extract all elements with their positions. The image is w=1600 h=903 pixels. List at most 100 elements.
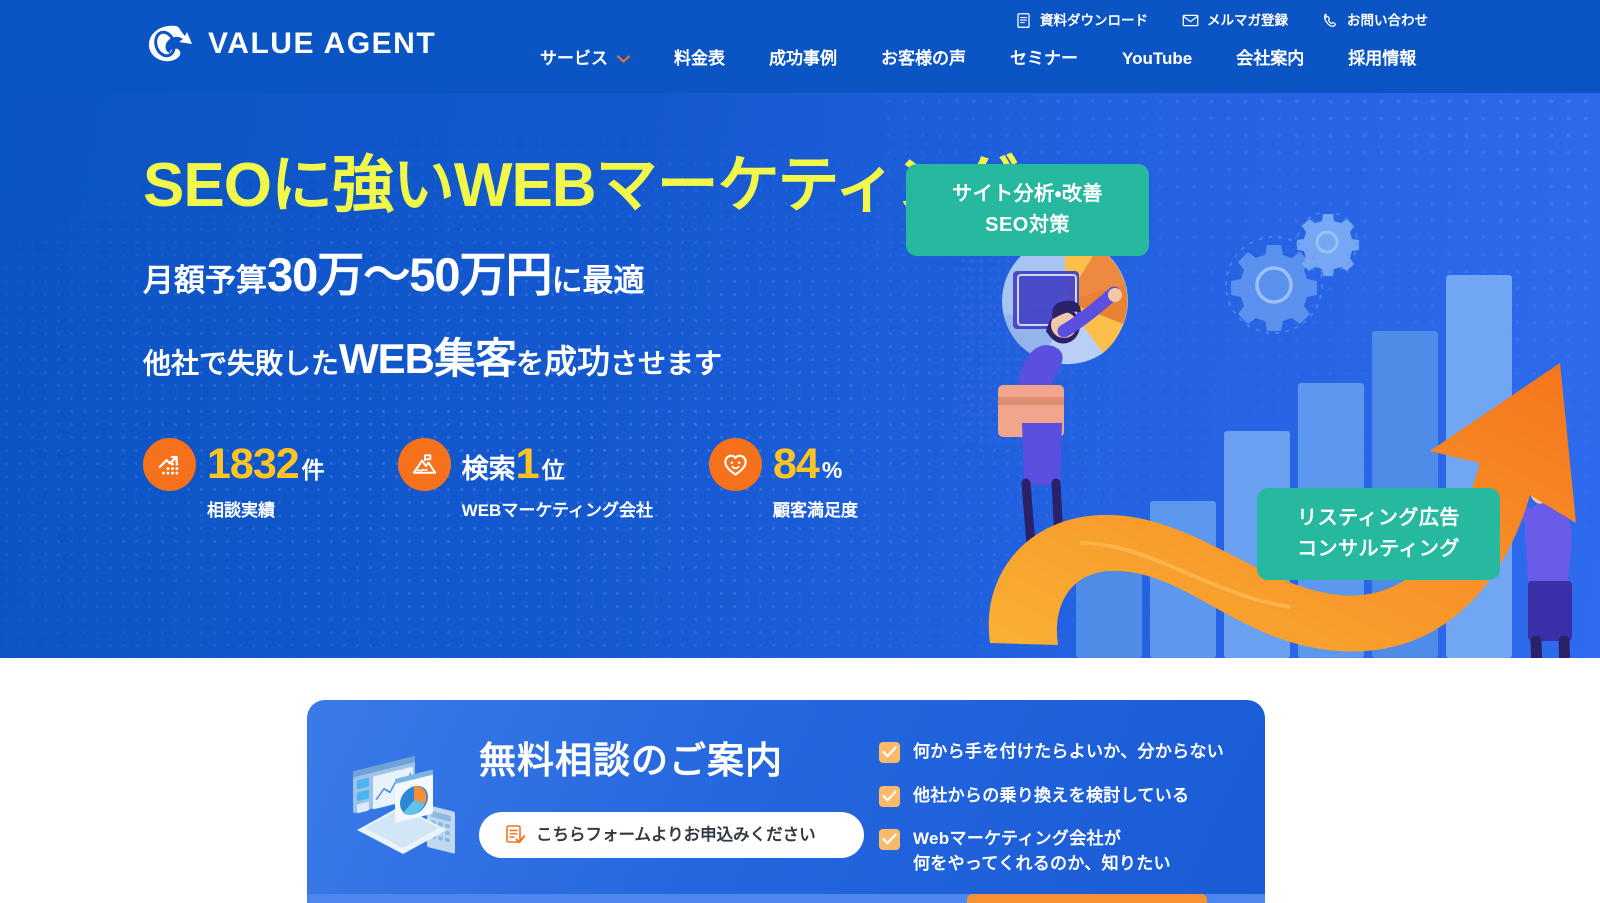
checklist-item-text-line1: Webマーケティング会社が — [913, 829, 1122, 849]
mountain-flag-icon — [412, 454, 436, 474]
utility-nav: 資料ダウンロード メルマガ登録 お問い合わせ — [1015, 12, 1428, 29]
smiling-heart-icon — [724, 454, 747, 476]
checkmark-icon — [882, 790, 897, 801]
stat-consultations: 1832 件 相談実績 — [143, 438, 325, 519]
nav-item-recruit[interactable]: 採用情報 — [1326, 50, 1438, 67]
stat-search-rank: 検索 1 位 WEBマーケティング会社 — [397, 438, 653, 520]
nav-item-label: お客様の声 — [881, 49, 966, 68]
nav-item-company[interactable]: 会社案内 — [1214, 50, 1326, 67]
utility-nav-item-newsletter[interactable]: メルマガ登録 — [1182, 12, 1288, 29]
utility-nav-item-download[interactable]: 資料ダウンロード — [1015, 12, 1148, 29]
service-badge-line2: コンサルティング — [1297, 538, 1460, 560]
hero-headline: SEOに強いWEBマーケティング — [143, 151, 1019, 220]
hero-subline-2-part3: を — [516, 348, 545, 379]
stat-unit: 位 — [541, 457, 565, 483]
checklist-item-text-line2: 何をやってくれるのか、知りたい — [913, 853, 1171, 873]
service-badge-seo[interactable]: サイト分析・改善 SEO対策 — [906, 164, 1149, 256]
document-download-icon — [1017, 13, 1030, 28]
checkbox-checked[interactable] — [879, 829, 900, 851]
nav-item-label: サービス — [540, 49, 608, 68]
stat-icon-badge — [397, 438, 451, 491]
stat-label: WEBマーケティング会社 — [461, 501, 653, 520]
stat-top-row: 検索 1 位 — [397, 438, 653, 491]
stat-unit: 件 — [301, 457, 325, 483]
service-badge-line1: サイト分析・改善 — [952, 183, 1103, 205]
phone-icon — [1323, 13, 1336, 28]
stat-value: 84 — [772, 440, 820, 488]
nav-item-case-studies[interactable]: 成功事例 — [747, 50, 859, 67]
hero-subline-1-part3: に最適 — [551, 263, 645, 298]
chevron-down-icon — [617, 55, 630, 62]
service-badge-line1: リスティング広告 — [1297, 507, 1460, 529]
site-header: VALUE AGENT 資料ダウンロード メルマガ登録 お問い合わせ サービス … — [0, 0, 1600, 93]
stat-value-group: 84 % — [773, 443, 842, 486]
form-checklist-icon — [506, 825, 526, 844]
consultation-form-cta[interactable]: こちらフォームよりお申込みください — [479, 812, 864, 858]
consultation-form-cta-label: こちらフォームよりお申込みください — [536, 825, 816, 844]
growth-chart-arrow-people-illustration — [960, 213, 1576, 658]
hero-subline-1-part1: 月額予算 — [143, 263, 267, 298]
stat-value-group: 検索 1 位 — [462, 443, 565, 486]
checklist-item: 何から手を付けたらよいか、分からない — [879, 740, 1224, 765]
service-badge-listing-ads[interactable]: リスティング広告 コンサルティング — [1257, 488, 1500, 580]
checklist-item-text: 他社からの乗り換えを検討している — [913, 785, 1190, 805]
stat-unit: % — [821, 457, 843, 483]
stat-icon-badge — [143, 438, 196, 491]
checkbox-checked[interactable] — [879, 785, 900, 807]
nav-item-label: セミナー — [1010, 49, 1078, 68]
stat-value-group: 1832 件 — [207, 443, 325, 486]
checklist-item-text: 何から手を付けたらよいか、分からない — [913, 742, 1225, 761]
site-logo[interactable]: VALUE AGENT — [146, 22, 436, 66]
nav-item-testimonials[interactable]: お客様の声 — [859, 50, 988, 67]
hero-illustration — [960, 213, 1600, 658]
hero-subline-2-part2: WEB集客 — [339, 335, 517, 382]
landing-page: VALUE AGENT 資料ダウンロード メルマガ登録 お問い合わせ サービス … — [0, 0, 1600, 903]
utility-nav-item-contact[interactable]: お問い合わせ — [1322, 12, 1428, 29]
checklist-item-text-group: Webマーケティング会社が 何をやってくれるのか、知りたい — [913, 827, 1171, 876]
nav-item-label: 会社案内 — [1236, 49, 1305, 68]
hero-subline-1: 月額予算 30万〜50万円 に最適 — [143, 251, 645, 298]
hero-subline-2-part1: 他社で失敗した — [143, 348, 340, 379]
checklist-item: 他社からの乗り換えを検討している — [879, 784, 1224, 809]
stat-value: 1832 — [207, 440, 300, 488]
stat-value: 1 — [515, 440, 540, 488]
consultation-cta-button[interactable] — [967, 894, 1207, 903]
nav-item-label: 採用情報 — [1348, 49, 1417, 68]
nav-item-label: 成功事例 — [769, 49, 837, 68]
nav-item-youtube[interactable]: YouTube — [1100, 50, 1214, 67]
hero-subline-2: 他社で失敗した WEB集客 を 成功 させます — [143, 338, 722, 380]
checkbox-checked[interactable] — [879, 742, 900, 763]
stat-top-row: 84 % — [708, 438, 858, 491]
nav-item-label: 料金表 — [674, 49, 725, 68]
nav-item-service[interactable]: サービス — [518, 50, 652, 67]
consultation-checklist: 何から手を付けたらよいか、分からない 他社からの乗り換えを検討している Webマ… — [879, 740, 1224, 896]
envelope-icon — [1182, 14, 1199, 27]
checklist-item: Webマーケティング会社が 何をやってくれるのか、知りたい — [879, 827, 1224, 876]
utility-nav-label: お問い合わせ — [1347, 12, 1428, 28]
checkmark-icon — [882, 746, 897, 758]
nav-item-pricing[interactable]: 料金表 — [652, 50, 747, 67]
service-badge-line2: SEO対策 — [985, 214, 1070, 236]
utility-nav-label: 資料ダウンロード — [1040, 12, 1148, 28]
consultation-card: 無料相談のご案内 こちらフォームよりお申込みください 何から手を付けたらよいか、… — [307, 700, 1265, 903]
hero-subline-2-part5: させます — [610, 348, 723, 379]
stat-satisfaction: 84 % 顧客満足度 — [708, 438, 858, 520]
consultation-title: 無料相談のご案内 — [479, 740, 783, 781]
stat-top-row: 1832 件 — [143, 438, 325, 491]
main-nav: サービス 料金表 成功事例 お客様の声 セミナー YouTube 会社案内 採用… — [518, 50, 1438, 67]
laptop-dashboard-illustration — [353, 756, 455, 854]
growth-arrow-icon — [158, 455, 179, 475]
logo-text: VALUE AGENT — [208, 27, 437, 60]
value-agent-swoosh-logo-icon — [148, 25, 192, 62]
consultation-illustration — [335, 738, 465, 856]
hero-subline-1-part2: 30万〜50万円 — [267, 248, 553, 301]
stat-label: 相談実績 — [207, 501, 275, 520]
stat-label: 顧客満足度 — [772, 501, 858, 520]
stat-prefix: 検索 — [461, 454, 516, 484]
checkmark-icon — [882, 833, 897, 845]
hero-subline-2-part4: 成功 — [544, 343, 611, 380]
nav-item-label: YouTube — [1122, 49, 1193, 68]
hero-section: SEOに強いWEBマーケティング 月額予算 30万〜50万円 に最適 他社で失敗… — [0, 93, 1600, 658]
stat-icon-badge — [708, 438, 762, 491]
nav-item-seminar[interactable]: セミナー — [988, 50, 1100, 67]
